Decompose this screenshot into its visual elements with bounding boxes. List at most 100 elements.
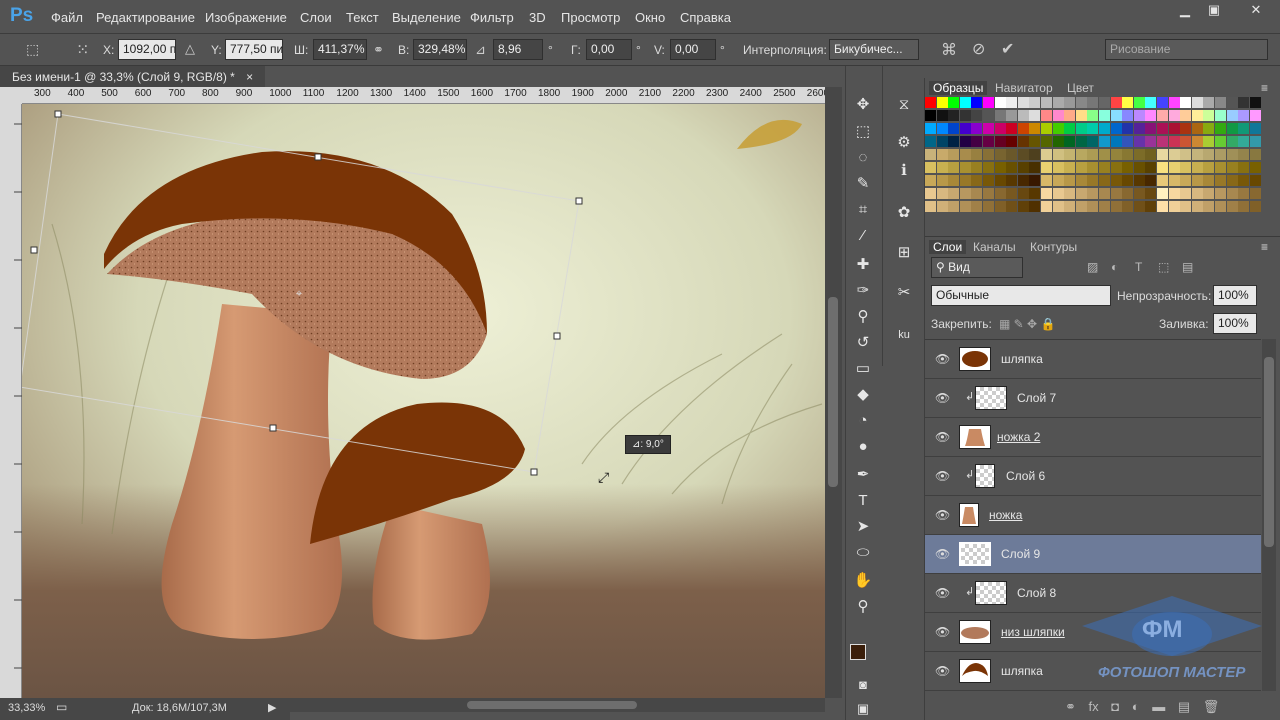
layer-row[interactable]: 👁 шляпка bbox=[925, 652, 1261, 691]
height-input[interactable]: 329,48% bbox=[413, 39, 467, 60]
color-swatch[interactable] bbox=[1006, 123, 1018, 134]
bucket-tool-icon[interactable]: ◆ bbox=[852, 384, 874, 406]
color-swatch[interactable] bbox=[1041, 162, 1052, 173]
visibility-eye-icon[interactable]: 👁 bbox=[935, 547, 950, 561]
color-swatch[interactable] bbox=[1249, 162, 1261, 173]
crop-tool-icon[interactable]: ⌗ bbox=[852, 199, 874, 221]
color-swatch[interactable] bbox=[1226, 188, 1238, 199]
color-swatch[interactable] bbox=[1168, 149, 1180, 160]
ellipse-tool-icon[interactable]: ⬭ bbox=[852, 542, 874, 564]
visibility-eye-icon[interactable]: 👁 bbox=[935, 664, 950, 678]
menu-view[interactable]: Просмотр bbox=[561, 10, 620, 25]
opacity-input[interactable]: 100% bbox=[1213, 285, 1257, 306]
swatch-grid[interactable] bbox=[925, 97, 1261, 215]
color-swatch[interactable] bbox=[959, 201, 971, 212]
color-swatch[interactable] bbox=[1064, 175, 1076, 186]
status-arrow-icon[interactable]: ▶ bbox=[268, 701, 276, 714]
color-swatch[interactable] bbox=[1249, 97, 1261, 108]
color-swatch[interactable] bbox=[1122, 110, 1134, 121]
color-swatch[interactable] bbox=[971, 162, 983, 173]
color-swatch[interactable] bbox=[1226, 123, 1238, 134]
color-swatch[interactable] bbox=[1075, 123, 1087, 134]
color-swatch[interactable] bbox=[1006, 110, 1018, 121]
color-swatch[interactable] bbox=[1215, 136, 1226, 147]
color-swatch[interactable] bbox=[1017, 97, 1029, 108]
fill-input[interactable]: 100% bbox=[1213, 313, 1257, 334]
color-swatch[interactable] bbox=[1191, 162, 1203, 173]
color-swatch[interactable] bbox=[983, 201, 994, 212]
tab-navigator[interactable]: Навигатор bbox=[995, 81, 1053, 95]
visibility-eye-icon[interactable]: 👁 bbox=[935, 469, 950, 483]
tab-color[interactable]: Цвет bbox=[1067, 81, 1094, 95]
color-swatch[interactable] bbox=[1145, 123, 1157, 134]
color-swatch[interactable] bbox=[936, 110, 948, 121]
color-swatch[interactable] bbox=[1006, 175, 1018, 186]
color-swatch[interactable] bbox=[1157, 136, 1168, 147]
color-swatch[interactable] bbox=[1215, 97, 1226, 108]
color-swatch[interactable] bbox=[1145, 149, 1157, 160]
color-swatch[interactable] bbox=[1238, 97, 1250, 108]
color-swatch[interactable] bbox=[936, 201, 948, 212]
color-swatch[interactable] bbox=[1006, 136, 1018, 147]
color-swatch[interactable] bbox=[1133, 97, 1145, 108]
eyedropper-tool-icon[interactable]: ⁄ bbox=[852, 225, 874, 247]
color-swatch[interactable] bbox=[983, 97, 994, 108]
link-icon[interactable]: ⚭ bbox=[373, 42, 384, 58]
color-swatch[interactable] bbox=[1052, 123, 1064, 134]
workspace-select[interactable]: Рисование bbox=[1105, 39, 1268, 60]
color-swatch[interactable] bbox=[1041, 110, 1052, 121]
color-swatch[interactable] bbox=[1203, 110, 1215, 121]
color-swatch[interactable] bbox=[1099, 149, 1110, 160]
color-swatch[interactable] bbox=[1168, 162, 1180, 173]
color-swatch[interactable] bbox=[1052, 110, 1064, 121]
layer-row[interactable]: 👁 ↲ Слой 6 bbox=[925, 457, 1261, 496]
color-swatch[interactable] bbox=[1238, 201, 1250, 212]
visibility-eye-icon[interactable]: 👁 bbox=[935, 508, 950, 522]
layer-name[interactable]: Слой 7 bbox=[1017, 391, 1056, 405]
color-swatch[interactable] bbox=[1249, 188, 1261, 199]
color-swatch[interactable] bbox=[925, 123, 936, 134]
color-swatch[interactable] bbox=[1110, 149, 1122, 160]
color-swatch[interactable] bbox=[1180, 149, 1192, 160]
color-swatch[interactable] bbox=[1157, 97, 1168, 108]
layer-name[interactable]: низ шляпки bbox=[1001, 625, 1065, 639]
color-swatch[interactable] bbox=[971, 201, 983, 212]
color-swatch[interactable] bbox=[1180, 123, 1192, 134]
color-swatch[interactable] bbox=[1017, 162, 1029, 173]
color-swatch[interactable] bbox=[1041, 201, 1052, 212]
layers-scroll-thumb[interactable] bbox=[1264, 357, 1274, 547]
color-swatch[interactable] bbox=[1145, 175, 1157, 186]
color-swatch[interactable] bbox=[1017, 136, 1029, 147]
color-swatch[interactable] bbox=[1157, 149, 1168, 160]
color-swatch[interactable] bbox=[1029, 188, 1041, 199]
color-swatch[interactable] bbox=[1133, 201, 1145, 212]
color-swatch[interactable] bbox=[1249, 175, 1261, 186]
color-swatch[interactable] bbox=[959, 110, 971, 121]
adjustment-icon[interactable]: ◐ bbox=[1132, 699, 1140, 714]
color-swatch[interactable] bbox=[994, 162, 1006, 173]
color-swatch[interactable] bbox=[1122, 123, 1134, 134]
color-swatch[interactable] bbox=[1133, 149, 1145, 160]
color-swatch[interactable] bbox=[971, 110, 983, 121]
brush-tool-icon[interactable]: ✑ bbox=[852, 280, 874, 302]
color-swatch[interactable] bbox=[971, 188, 983, 199]
vertical-scrollbar[interactable] bbox=[825, 87, 842, 698]
color-swatch[interactable] bbox=[994, 123, 1006, 134]
color-swatch[interactable] bbox=[1180, 175, 1192, 186]
layer-row[interactable]: 👁 ножка bbox=[925, 496, 1261, 535]
warp-icon[interactable]: ⌘ bbox=[941, 40, 957, 60]
color-swatch[interactable] bbox=[959, 175, 971, 186]
layer-name[interactable]: Слой 8 bbox=[1017, 586, 1056, 600]
filter-shape-icon[interactable]: ⬚ bbox=[1158, 260, 1169, 274]
color-swatch[interactable] bbox=[994, 201, 1006, 212]
color-swatch[interactable] bbox=[983, 123, 994, 134]
color-swatch[interactable] bbox=[1029, 136, 1041, 147]
zoom-level[interactable]: 33,33% bbox=[8, 702, 45, 714]
canvas[interactable]: ⌖ ⤢ ⊿: 9,0° bbox=[22, 104, 825, 698]
color-swatch[interactable] bbox=[1203, 136, 1215, 147]
color-swatch[interactable] bbox=[1099, 201, 1110, 212]
color-swatch[interactable] bbox=[936, 123, 948, 134]
color-swatch[interactable] bbox=[948, 97, 960, 108]
color-swatch[interactable] bbox=[1145, 136, 1157, 147]
color-swatch[interactable] bbox=[1203, 162, 1215, 173]
